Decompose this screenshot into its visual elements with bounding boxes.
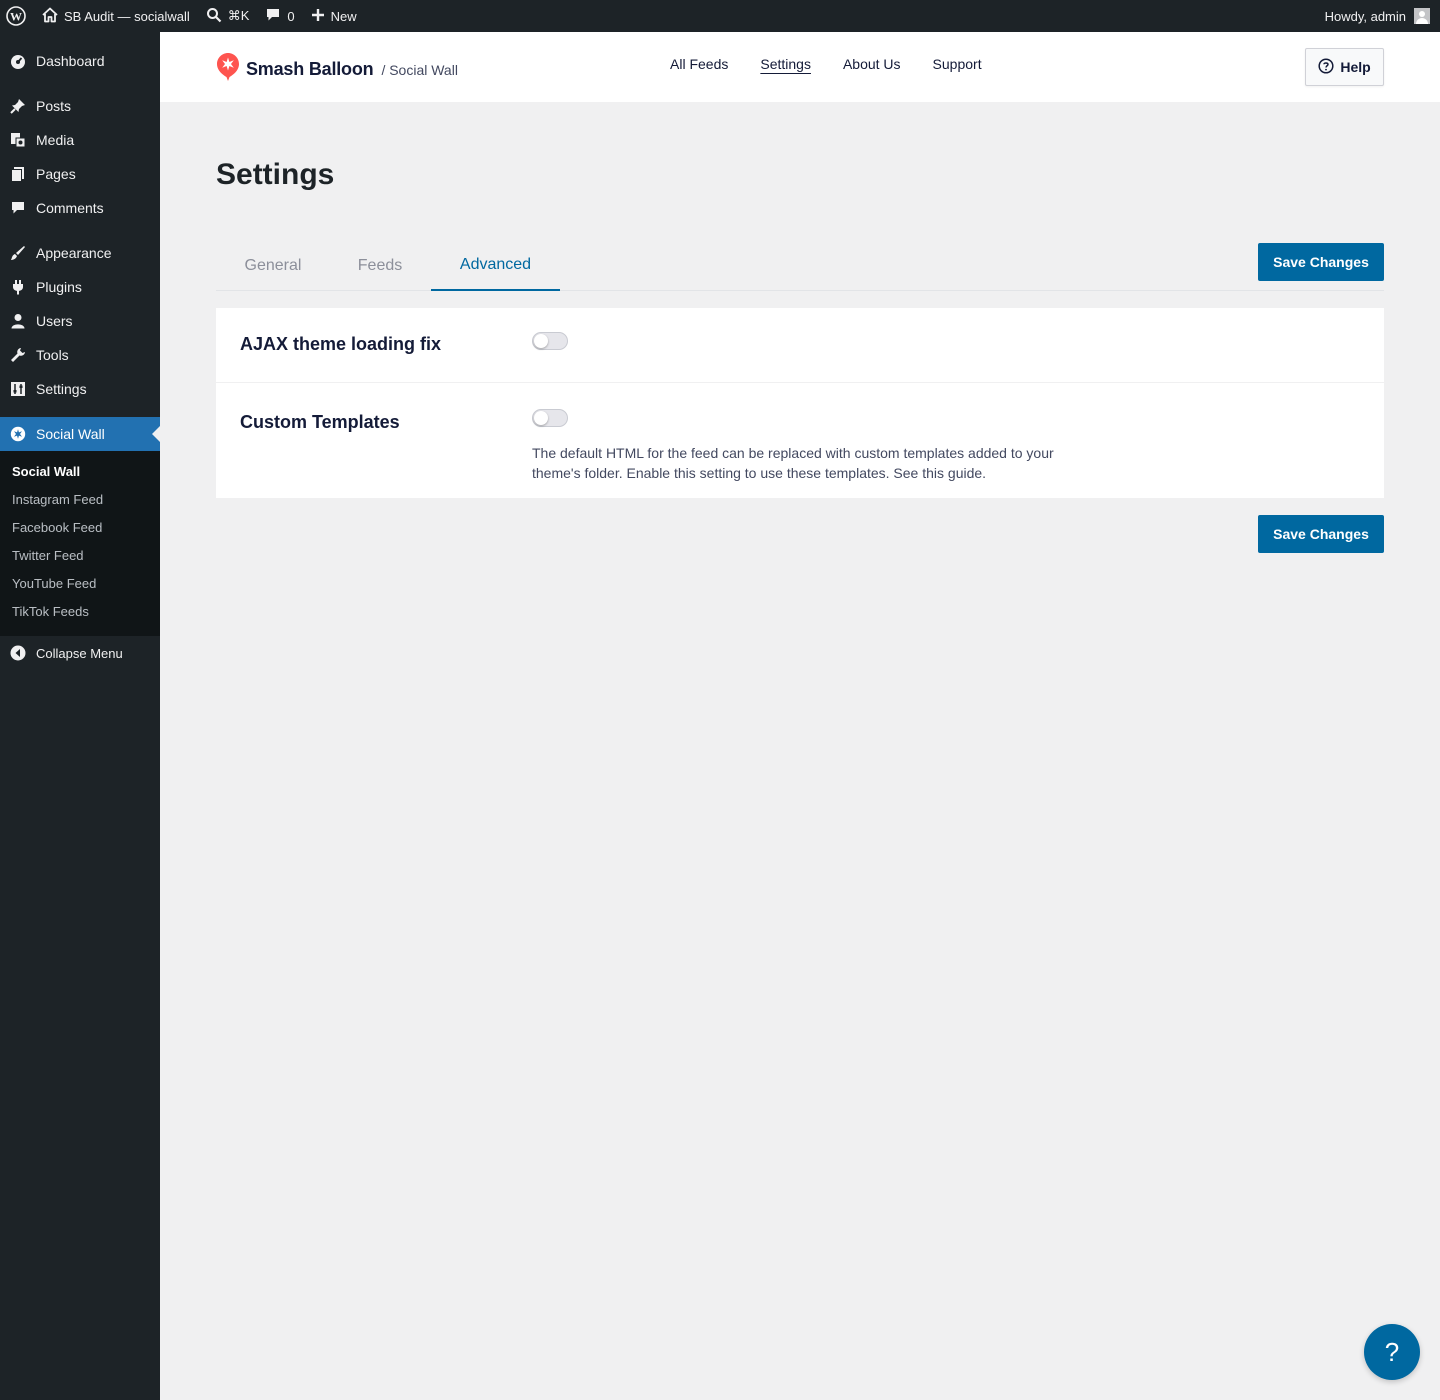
setting-label: AJAX theme loading fix [240,334,442,354]
custom-templates-toggle[interactable] [532,409,568,427]
dashboard-icon [10,53,26,69]
sidebar-item-tools[interactable]: Tools [0,338,160,372]
sidebar-item-label: Media [36,132,75,148]
collapse-menu-button[interactable]: Collapse Menu [0,636,160,670]
search-icon [206,7,222,26]
sidebar-item-appearance[interactable]: Appearance [0,236,160,270]
setting-row-ajax-fix: AJAX theme loading fix [216,308,1384,382]
nav-all-feeds[interactable]: All Feeds [670,56,728,72]
sidebar-item-settings[interactable]: Settings [0,372,160,406]
ajax-fix-toggle[interactable] [532,332,568,350]
command-palette-link[interactable]: ⌘K [198,0,258,32]
sidebar-item-posts[interactable]: Posts [0,89,160,123]
submenu-item-youtube-feed[interactable]: YouTube Feed [0,570,160,598]
sidebar-item-label: Users [36,313,73,329]
help-label: Help [1340,59,1371,75]
new-label: New [330,8,357,24]
plugin-header: Smash Balloon / Social Wall All Feeds Se… [160,32,1440,102]
submenu-item-facebook-feed[interactable]: Facebook Feed [0,514,160,542]
sidebar-item-label: Posts [36,98,72,114]
collapse-arrow-icon [10,645,26,661]
sidebar-item-users[interactable]: Users [0,304,160,338]
smash-balloon-logo-icon [216,52,240,87]
media-icon [10,132,26,148]
brush-icon [10,245,26,261]
floating-help-button[interactable]: ? [1364,1324,1420,1380]
social-wall-submenu: Social Wall Instagram Feed Facebook Feed… [0,451,160,636]
comment-icon [10,200,26,216]
sidebar-item-dashboard[interactable]: Dashboard [0,44,160,78]
search-shortcut: ⌘K [227,8,250,23]
question-circle-icon [1318,57,1334,77]
comments-link[interactable]: 0 [257,0,302,32]
wrench-icon [10,347,26,363]
page-title: Settings [216,158,335,191]
admin-sidebar: Dashboard Posts Media Pages Comments App… [0,32,160,1400]
settings-icon [10,381,26,397]
nav-settings[interactable]: Settings [760,56,811,72]
wordpress-logo-icon[interactable]: W [0,0,34,32]
admin-bar: W SB Audit — socialwall ⌘K 0 New Howdy, … [0,0,1440,32]
nav-about-us[interactable]: About Us [843,56,901,72]
brand[interactable]: Smash Balloon / Social Wall [216,52,458,87]
home-icon [42,7,58,26]
comments-count: 0 [287,8,295,24]
sidebar-item-media[interactable]: Media [0,123,160,157]
setting-row-custom-templates: Custom Templates The default HTML for th… [216,383,1384,498]
sidebar-item-label: Comments [36,200,104,216]
sidebar-item-label: Settings [36,381,87,397]
tab-general[interactable]: General [216,240,330,291]
submenu-item-tiktok-feeds[interactable]: TikTok Feeds [0,598,160,626]
sidebar-item-label: Social Wall [36,426,105,442]
site-name: SB Audit — socialwall [64,8,190,24]
sidebar-item-label: Dashboard [36,53,105,69]
top-navigation: All Feeds Settings About Us Support [670,56,982,72]
site-name-link[interactable]: SB Audit — socialwall [34,0,198,32]
pages-icon [10,166,26,182]
sidebar-item-pages[interactable]: Pages [0,157,160,191]
help-button[interactable]: Help [1305,48,1384,86]
save-changes-button-bottom[interactable]: Save Changes [1258,515,1384,553]
submenu-item-instagram-feed[interactable]: Instagram Feed [0,486,160,514]
my-account-link[interactable]: Howdy, admin [1325,8,1440,24]
smash-balloon-icon [10,426,26,442]
plus-icon [311,8,325,25]
question-mark-icon: ? [1384,1336,1400,1367]
sidebar-item-label: Tools [36,347,69,363]
submenu-item-social-wall[interactable]: Social Wall [0,458,160,486]
svg-text:W: W [10,10,22,24]
collapse-label: Collapse Menu [36,645,123,661]
tab-advanced[interactable]: Advanced [431,240,560,291]
avatar [1414,8,1430,24]
brand-product: / Social Wall [381,61,458,78]
setting-label: Custom Templates [240,412,400,432]
sidebar-item-label: Appearance [36,245,112,261]
comment-icon [265,7,281,26]
submenu-item-twitter-feed[interactable]: Twitter Feed [0,542,160,570]
save-changes-button-top[interactable]: Save Changes [1258,243,1384,281]
user-icon [10,313,26,329]
sidebar-item-label: Plugins [36,279,82,295]
sidebar-item-label: Pages [36,166,76,182]
sidebar-item-plugins[interactable]: Plugins [0,270,160,304]
greeting: Howdy, admin [1324,8,1406,24]
sidebar-item-comments[interactable]: Comments [0,191,160,225]
settings-tabs: General Feeds Advanced [216,240,1384,291]
new-content-link[interactable]: New [303,0,365,32]
brand-name: Smash Balloon [246,59,374,79]
setting-description: The default HTML for the feed can be rep… [532,445,1054,481]
sidebar-item-social-wall[interactable]: Social Wall [0,417,160,451]
plug-icon [10,279,26,295]
pushpin-icon [10,98,26,114]
nav-support[interactable]: Support [933,56,982,72]
tab-feeds[interactable]: Feeds [330,240,430,291]
